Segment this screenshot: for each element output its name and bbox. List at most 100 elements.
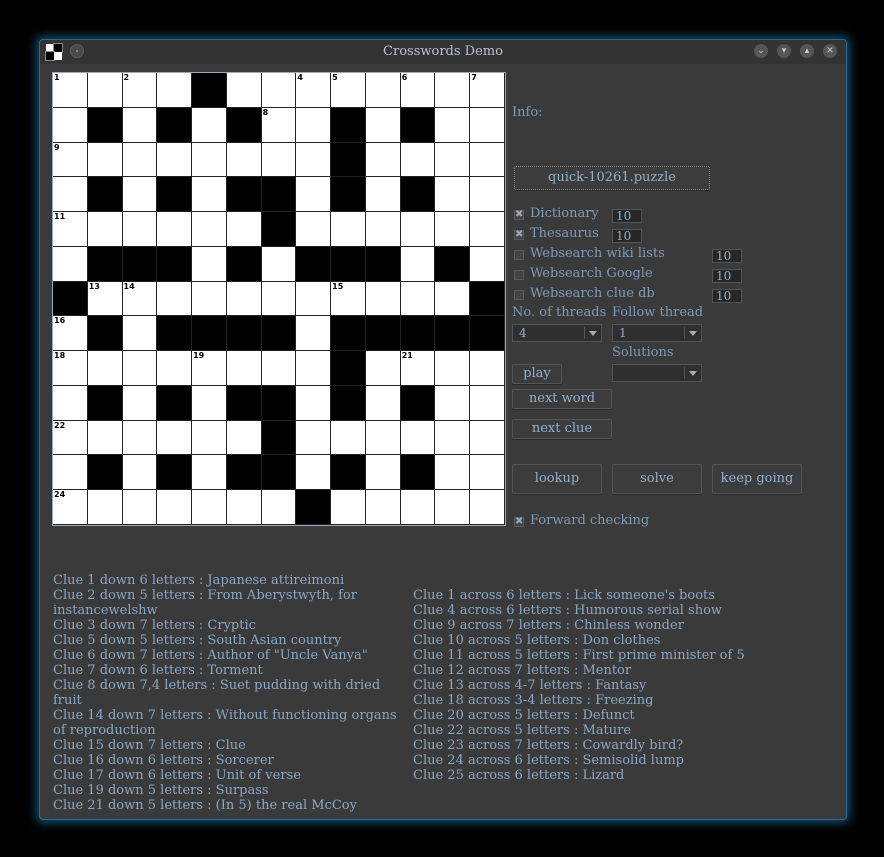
grid-cell[interactable] [435, 177, 471, 213]
puzzle-file-button[interactable]: quick-10261.puzzle [514, 166, 710, 190]
grid-cell[interactable] [226, 351, 262, 386]
grid-cell[interactable] [192, 107, 227, 143]
option-count-spinbox[interactable]: 10 [612, 209, 642, 223]
grid-cell[interactable] [365, 142, 401, 178]
grid-cell[interactable] [400, 246, 436, 282]
grid-cell[interactable] [365, 420, 401, 456]
grid-cell[interactable] [435, 490, 471, 525]
grid-cell[interactable] [53, 385, 88, 421]
grid-cell[interactable] [435, 107, 471, 143]
option-count-spinbox[interactable]: 10 [712, 249, 742, 263]
grid-cell[interactable]: 18 [53, 351, 88, 386]
grid-cell[interactable]: 24 [53, 490, 88, 525]
grid-cell[interactable] [122, 212, 158, 247]
grid-cell[interactable] [261, 281, 297, 317]
next-clue-button[interactable]: next clue [512, 419, 612, 439]
grid-cell[interactable] [122, 490, 158, 525]
grid-cell[interactable] [470, 420, 505, 456]
grid-cell[interactable] [296, 351, 332, 386]
option-checkbox[interactable] [514, 270, 524, 280]
grid-cell[interactable] [122, 351, 158, 386]
grid-cell[interactable] [365, 281, 401, 317]
grid-cell[interactable]: 14 [122, 281, 158, 317]
grid-cell[interactable] [365, 351, 401, 386]
grid-cell[interactable] [470, 142, 505, 178]
grid-cell[interactable] [122, 142, 158, 178]
grid-cell[interactable]: 5 [331, 73, 366, 108]
grid-cell[interactable] [400, 212, 436, 247]
grid-cell[interactable] [192, 246, 227, 282]
crossword-grid[interactable]: 1 2 3 4 5 6 7 8 9 10 11 12 13 14 15 16 17 18 19 20 21 22 23 24 2… [52, 72, 506, 526]
grid-cell[interactable] [435, 351, 471, 386]
grid-cell[interactable] [470, 246, 505, 282]
close-icon[interactable]: ✕ [823, 44, 837, 58]
grid-cell[interactable] [122, 385, 158, 421]
solutions-select[interactable] [612, 364, 702, 382]
grid-cell[interactable]: 2 [122, 73, 158, 108]
grid-cell[interactable] [122, 420, 158, 456]
grid-cell[interactable] [122, 177, 158, 213]
grid-cell[interactable] [470, 490, 505, 525]
grid-cell[interactable]: 6 [400, 73, 436, 108]
grid-cell[interactable] [192, 420, 227, 456]
grid-cell[interactable] [296, 107, 332, 143]
grid-cell[interactable] [261, 490, 297, 525]
grid-cell[interactable] [296, 212, 332, 247]
grid-cell[interactable] [192, 281, 227, 317]
grid-cell[interactable] [87, 73, 123, 108]
grid-cell[interactable] [226, 420, 262, 456]
grid-cell[interactable]: 1 [53, 73, 88, 108]
grid-cell[interactable] [192, 455, 227, 491]
grid-cell[interactable]: 9 [53, 142, 88, 178]
grid-cell[interactable]: 4 [296, 73, 332, 108]
grid-cell[interactable] [53, 107, 88, 143]
grid-cell[interactable] [261, 246, 297, 282]
grid-cell[interactable] [226, 281, 262, 317]
grid-cell[interactable] [192, 142, 227, 178]
grid-cell[interactable] [157, 490, 193, 525]
grid-cell[interactable] [365, 177, 401, 213]
grid-cell[interactable] [296, 455, 332, 491]
grid-cell[interactable] [87, 351, 123, 386]
grid-cell[interactable] [157, 281, 193, 317]
grid-cell[interactable] [296, 142, 332, 178]
grid-cell[interactable] [87, 212, 123, 247]
grid-cell[interactable] [296, 281, 332, 317]
grid-cell[interactable] [122, 107, 158, 143]
grid-cell[interactable] [470, 212, 505, 247]
lookup-button[interactable]: lookup [512, 464, 602, 494]
title-bar[interactable]: Crosswords Demo ⌄ ▾ ▴ ✕ [40, 40, 846, 64]
grid-cell[interactable] [157, 73, 193, 108]
grid-cell[interactable] [400, 490, 436, 525]
grid-cell[interactable]: 21 [400, 351, 436, 386]
grid-cell[interactable] [296, 420, 332, 456]
grid-cell[interactable] [53, 177, 88, 213]
grid-cell[interactable] [435, 142, 471, 178]
grid-cell[interactable] [157, 212, 193, 247]
option-count-spinbox[interactable]: 10 [612, 229, 642, 243]
grid-cell[interactable] [400, 420, 436, 456]
grid-cell[interactable] [435, 212, 471, 247]
grid-cell[interactable] [87, 490, 123, 525]
grid-cell[interactable] [122, 455, 158, 491]
grid-cell[interactable] [365, 455, 401, 491]
grid-cell[interactable]: 22 [53, 420, 88, 456]
grid-cell[interactable]: 11 [53, 212, 88, 247]
grid-cell[interactable] [226, 73, 262, 108]
grid-cell[interactable] [192, 385, 227, 421]
grid-cell[interactable] [435, 281, 471, 317]
grid-cell[interactable] [435, 385, 471, 421]
option-count-spinbox[interactable]: 10 [712, 289, 742, 303]
grid-cell[interactable] [226, 490, 262, 525]
grid-cell[interactable] [470, 107, 505, 143]
grid-cell[interactable] [470, 177, 505, 213]
option-checkbox[interactable] [514, 290, 524, 300]
keep-going-button[interactable]: keep going [712, 464, 802, 494]
grid-cell[interactable]: 15 [331, 281, 366, 317]
follow-thread-select[interactable]: 1 [612, 324, 702, 342]
grid-cell[interactable] [157, 351, 193, 386]
grid-cell[interactable] [157, 142, 193, 178]
grid-cell[interactable] [122, 316, 158, 352]
grid-cell[interactable] [470, 351, 505, 386]
grid-cell[interactable] [192, 177, 227, 213]
